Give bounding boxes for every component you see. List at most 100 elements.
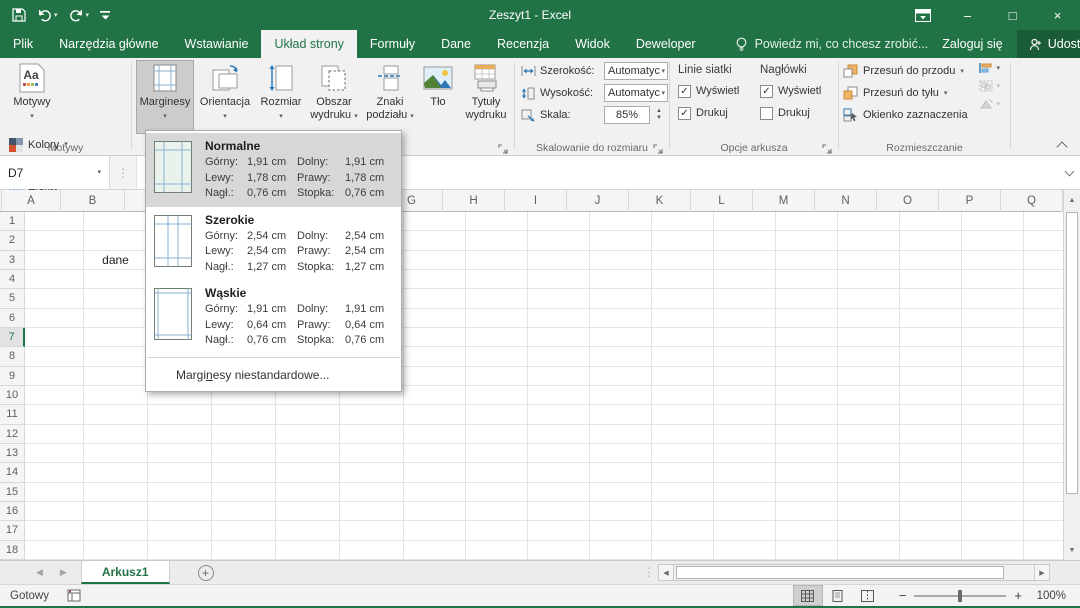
cell-N2[interactable] <box>838 231 900 251</box>
cell-H15[interactable] <box>466 482 528 502</box>
column-header-J[interactable]: J <box>567 190 629 212</box>
cell-G10[interactable] <box>404 385 466 406</box>
cell-I2[interactable] <box>528 231 590 251</box>
cell-E16[interactable] <box>276 501 340 522</box>
scale-spinner[interactable]: ▲ ▼ <box>656 108 662 122</box>
cell-I14[interactable] <box>528 463 590 483</box>
row-header-5[interactable]: 5 <box>0 289 25 309</box>
column-header-I[interactable]: I <box>505 190 567 212</box>
cell-B1[interactable] <box>84 212 148 232</box>
cell-Q7[interactable] <box>1024 328 1063 348</box>
cell-N6[interactable] <box>838 308 900 328</box>
cell-L8[interactable] <box>714 347 776 367</box>
column-header-A[interactable]: A <box>2 190 61 212</box>
cell-M7[interactable] <box>776 327 838 348</box>
cell-G3[interactable] <box>404 250 466 270</box>
cell-H14[interactable] <box>466 463 528 483</box>
cell-I12[interactable] <box>528 424 590 444</box>
cell-Q6[interactable] <box>1024 309 1063 328</box>
cell-D12[interactable] <box>212 424 276 444</box>
cell-B5[interactable] <box>84 289 148 309</box>
cell-M4[interactable] <box>776 269 838 290</box>
zoom-out-button[interactable]: − <box>899 588 907 603</box>
page-break-view-button[interactable] <box>853 585 883 606</box>
cell-K13[interactable] <box>652 443 714 464</box>
rotate-button[interactable]: ▾ <box>979 98 1000 110</box>
cell-O10[interactable] <box>900 385 962 406</box>
next-sheet-icon[interactable]: ▶ <box>60 567 67 578</box>
cell-L3[interactable] <box>714 250 776 270</box>
share-button[interactable]: Udostępnij <box>1016 30 1080 58</box>
cell-M15[interactable] <box>776 482 838 502</box>
cell-M8[interactable] <box>776 347 838 367</box>
cell-F11[interactable] <box>340 405 404 425</box>
row-header-7[interactable]: 7 <box>0 327 25 348</box>
cell-O13[interactable] <box>900 443 962 464</box>
cell-A2[interactable] <box>25 231 84 251</box>
print-area-button[interactable]: Obszar wydruku ▾ <box>306 60 362 134</box>
cell-K15[interactable] <box>652 482 714 502</box>
gridlines-view-checkbox[interactable]: ✓ Wyświetl <box>678 80 754 102</box>
tab-formuly[interactable]: Formuły <box>357 30 428 58</box>
tab-widok[interactable]: Widok <box>562 30 623 58</box>
cell-J14[interactable] <box>590 463 652 483</box>
formula-bar-separator[interactable]: ⋮ <box>110 156 136 189</box>
cell-G9[interactable] <box>404 366 466 386</box>
cell-K6[interactable] <box>652 308 714 328</box>
scale-input[interactable]: 85% <box>604 106 650 124</box>
scale-dialog-launcher[interactable] <box>653 141 665 154</box>
column-header-L[interactable]: L <box>691 190 753 212</box>
cell-P9[interactable] <box>962 366 1024 386</box>
row-header-11[interactable]: 11 <box>0 405 25 425</box>
cell-D13[interactable] <box>212 443 276 464</box>
cell-Q12[interactable] <box>1024 425 1063 444</box>
spin-up-icon[interactable]: ▲ <box>656 108 662 115</box>
cell-K17[interactable] <box>652 521 714 541</box>
cell-H12[interactable] <box>466 424 528 444</box>
cell-H6[interactable] <box>466 308 528 328</box>
cell-G18[interactable] <box>404 540 466 560</box>
cell-H11[interactable] <box>466 405 528 425</box>
cell-M13[interactable] <box>776 443 838 464</box>
cell-H18[interactable] <box>466 540 528 560</box>
cell-P6[interactable] <box>962 308 1024 328</box>
cell-I16[interactable] <box>528 501 590 522</box>
margins-option-waskie[interactable]: Wąskie Górny: 1,91 cm Dolny: 1,91 cm Lewy: 0… <box>146 280 401 354</box>
row-header-10[interactable]: 10 <box>0 385 25 406</box>
row-header-15[interactable]: 15 <box>0 482 25 502</box>
cell-O12[interactable] <box>900 424 962 444</box>
cell-Q8[interactable] <box>1024 347 1063 367</box>
normal-view-button[interactable] <box>792 585 823 606</box>
cell-I15[interactable] <box>528 482 590 502</box>
headings-print-checkbox[interactable]: Drukuj <box>760 102 836 124</box>
background-button[interactable]: Tło <box>418 60 458 134</box>
height-dropdown[interactable]: Automatyc ▾ <box>604 84 668 102</box>
cell-L16[interactable] <box>714 501 776 522</box>
margins-option-normalne[interactable]: Normalne Górny: 1,91 cm Dolny: 1,91 cm Lewy… <box>146 133 401 207</box>
page-setup-dialog-launcher[interactable] <box>498 141 510 154</box>
cell-O2[interactable] <box>900 231 962 251</box>
cell-M3[interactable] <box>776 250 838 270</box>
cell-D15[interactable] <box>212 482 276 502</box>
cell-A14[interactable] <box>25 463 84 483</box>
cell-A3[interactable] <box>25 250 84 270</box>
cell-P14[interactable] <box>962 463 1024 483</box>
cell-L10[interactable] <box>714 385 776 406</box>
cell-Q15[interactable] <box>1024 483 1063 502</box>
row-header-2[interactable]: 2 <box>0 231 25 251</box>
cell-C16[interactable] <box>148 501 212 522</box>
cell-J18[interactable] <box>590 540 652 560</box>
cell-G7[interactable] <box>404 327 466 348</box>
custom-margins-menu-item[interactable]: Marginesy niestandardowe... <box>146 361 401 387</box>
cell-L14[interactable] <box>714 463 776 483</box>
column-header-P[interactable]: P <box>939 190 1001 212</box>
cell-N10[interactable] <box>838 385 900 406</box>
cell-L17[interactable] <box>714 521 776 541</box>
cell-M6[interactable] <box>776 308 838 328</box>
cell-F14[interactable] <box>340 463 404 483</box>
cell-N14[interactable] <box>838 463 900 483</box>
maximize-button[interactable]: □ <box>990 0 1035 30</box>
cell-A11[interactable] <box>25 405 84 425</box>
cell-O17[interactable] <box>900 521 962 541</box>
cell-B9[interactable] <box>84 366 148 386</box>
